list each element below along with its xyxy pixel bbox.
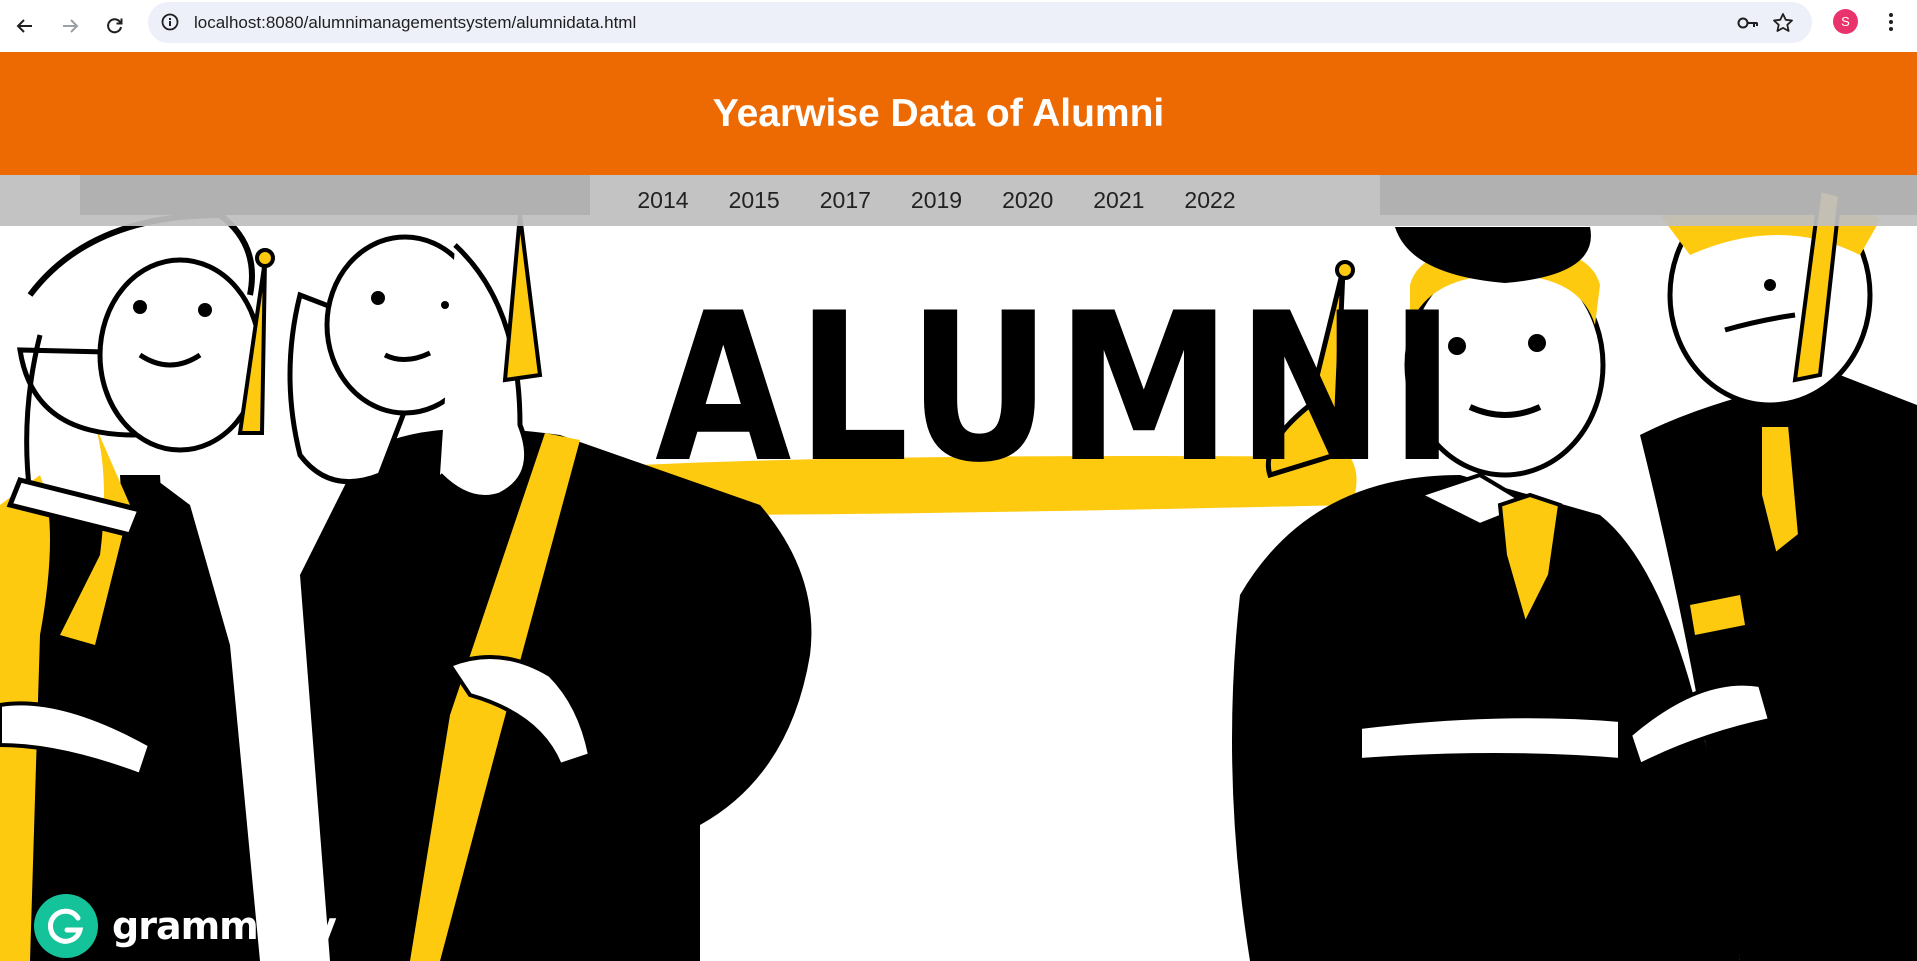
browser-toolbar: localhost:8080/alumnimanagementsystem/al… (0, 0, 1917, 52)
grammarly-badge[interactable]: grammarly (34, 894, 337, 958)
year-link-2015[interactable]: 2015 (709, 187, 800, 214)
password-key-icon[interactable] (1736, 12, 1760, 34)
bookmark-star-icon[interactable] (1771, 11, 1795, 35)
year-link-2022[interactable]: 2022 (1164, 187, 1255, 214)
address-bar[interactable]: localhost:8080/alumnimanagementsystem/al… (148, 2, 1812, 43)
forward-arrow-icon (63, 19, 79, 33)
back-arrow-icon (16, 19, 32, 33)
alumni-headline: ALUMNI (655, 270, 1461, 508)
year-link-2021[interactable]: 2021 (1073, 187, 1164, 214)
forward-button[interactable] (53, 9, 87, 43)
reload-button[interactable] (98, 9, 132, 43)
back-button[interactable] (8, 9, 42, 43)
graduate-girl-left (0, 175, 350, 961)
year-link-2014[interactable]: 2014 (617, 187, 708, 214)
page-title: Yearwise Data of Alumni (712, 91, 1165, 135)
url-text[interactable]: localhost:8080/alumnimanagementsystem/al… (194, 13, 636, 33)
page-header: Yearwise Data of Alumni (0, 52, 1917, 175)
site-info-icon[interactable] (158, 10, 182, 34)
grammarly-logo-icon (34, 894, 98, 958)
kebab-menu-icon[interactable] (1878, 9, 1904, 35)
year-nav: 2014 2015 2017 2019 2020 2021 2022 (0, 175, 1917, 226)
year-link-2020[interactable]: 2020 (982, 187, 1073, 214)
reload-icon (107, 18, 123, 34)
profile-avatar[interactable]: S (1833, 9, 1858, 34)
year-link-2017[interactable]: 2017 (800, 187, 891, 214)
grammarly-wordmark: grammarly (112, 904, 337, 948)
year-link-2019[interactable]: 2019 (891, 187, 982, 214)
page-viewport: Yearwise Data of Alumni 2014 2015 2017 2… (0, 52, 1917, 961)
